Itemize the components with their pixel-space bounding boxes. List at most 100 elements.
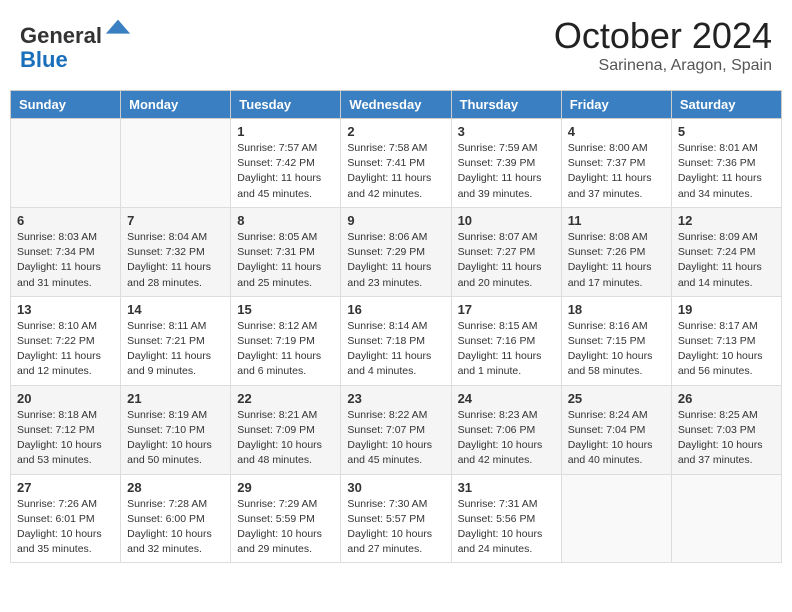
weekday-header: Sunday (11, 91, 121, 119)
calendar-cell: 16 Sunrise: 8:14 AMSunset: 7:18 PMDayligh… (341, 296, 451, 385)
day-number: 2 (347, 124, 444, 139)
calendar-cell: 21Sunrise: 8:19 AMSunset: 7:10 PMDayligh… (121, 385, 231, 474)
day-info: Sunrise: 8:18 AMSunset: 7:12 PMDaylight:… (17, 408, 114, 469)
day-info: Sunrise: 8:10 AMSunset: 7:22 PMDaylight:… (17, 319, 114, 380)
calendar-cell: 14 Sunrise: 8:11 AMSunset: 7:21 PMDayligh… (121, 296, 231, 385)
calendar-week-row: 1 Sunrise: 7:57 AMSunset: 7:42 PMDaylight… (11, 119, 782, 208)
day-number: 22 (237, 391, 334, 406)
calendar-week-row: 20 Sunrise: 8:18 AMSunset: 7:12 PMDayligh… (11, 385, 782, 474)
calendar-cell: 6Sunrise: 8:03 AMSunset: 7:34 PMDaylight… (11, 207, 121, 296)
day-info: Sunrise: 8:23 AMSunset: 7:06 PMDaylight:… (458, 408, 555, 469)
calendar-cell: 9Sunrise: 8:06 AMSunset: 7:29 PMDaylight… (341, 207, 451, 296)
calendar-cell: 20 Sunrise: 8:18 AMSunset: 7:12 PMDayligh… (11, 385, 121, 474)
calendar-cell (671, 474, 781, 563)
day-info: Sunrise: 8:21 AMSunset: 7:09 PMDaylight:… (237, 408, 334, 469)
day-info: Sunrise: 7:29 AMSunset: 5:59 PMDaylight:… (237, 497, 334, 558)
day-info: Sunrise: 8:11 AMSunset: 7:21 PMDaylight:… (127, 319, 224, 380)
day-info: Sunrise: 8:04 AMSunset: 7:32 PMDaylight:… (127, 230, 224, 291)
page-header: General Blue October 2024 Sarinena, Arag… (10, 10, 782, 80)
logo: General Blue (20, 15, 132, 72)
day-number: 10 (458, 213, 555, 228)
calendar-cell: 17 Sunrise: 8:15 AMSunset: 7:16 PMDayligh… (451, 296, 561, 385)
calendar-cell: 13 Sunrise: 8:10 AMSunset: 7:22 PMDayligh… (11, 296, 121, 385)
day-info: Sunrise: 8:09 AMSunset: 7:24 PMDaylight:… (678, 230, 775, 291)
location-subtitle: Sarinena, Aragon, Spain (554, 57, 772, 75)
day-info: Sunrise: 8:06 AMSunset: 7:29 PMDaylight:… (347, 230, 444, 291)
calendar-table: SundayMondayTuesdayWednesdayThursdayFrid… (10, 90, 782, 563)
day-info: Sunrise: 7:58 AMSunset: 7:41 PMDaylight:… (347, 141, 444, 202)
title-area: October 2024 Sarinena, Aragon, Spain (554, 15, 772, 75)
day-number: 4 (568, 124, 665, 139)
day-info: Sunrise: 8:08 AMSunset: 7:26 PMDaylight:… (568, 230, 665, 291)
calendar-cell: 3Sunrise: 7:59 AMSunset: 7:39 PMDaylight… (451, 119, 561, 208)
day-info: Sunrise: 8:15 AMSunset: 7:16 PMDaylight:… (458, 319, 555, 380)
weekday-header: Friday (561, 91, 671, 119)
logo-general: General (20, 23, 102, 48)
calendar-cell (11, 119, 121, 208)
calendar-cell: 19 Sunrise: 8:17 AMSunset: 7:13 PMDayligh… (671, 296, 781, 385)
logo-blue: Blue (20, 47, 68, 72)
calendar-cell: 11 Sunrise: 8:08 AMSunset: 7:26 PMDayligh… (561, 207, 671, 296)
weekday-header: Tuesday (231, 91, 341, 119)
calendar-cell: 4 Sunrise: 8:00 AMSunset: 7:37 PMDaylight… (561, 119, 671, 208)
calendar-cell: 18Sunrise: 8:16 AMSunset: 7:15 PMDayligh… (561, 296, 671, 385)
day-number: 1 (237, 124, 334, 139)
weekday-header: Wednesday (341, 91, 451, 119)
day-info: Sunrise: 8:00 AMSunset: 7:37 PMDaylight:… (568, 141, 665, 202)
calendar-cell: 15Sunrise: 8:12 AMSunset: 7:19 PMDayligh… (231, 296, 341, 385)
day-info: Sunrise: 8:22 AMSunset: 7:07 PMDaylight:… (347, 408, 444, 469)
day-number: 26 (678, 391, 775, 406)
day-number: 29 (237, 480, 334, 495)
weekday-header: Saturday (671, 91, 781, 119)
day-info: Sunrise: 8:01 AMSunset: 7:36 PMDaylight:… (678, 141, 775, 202)
day-number: 25 (568, 391, 665, 406)
calendar-week-row: 27Sunrise: 7:26 AMSunset: 6:01 PMDayligh… (11, 474, 782, 563)
day-info: Sunrise: 8:12 AMSunset: 7:19 PMDaylight:… (237, 319, 334, 380)
calendar-cell: 30Sunrise: 7:30 AMSunset: 5:57 PMDayligh… (341, 474, 451, 563)
day-info: Sunrise: 8:19 AMSunset: 7:10 PMDaylight:… (127, 408, 224, 469)
day-number: 19 (678, 302, 775, 317)
calendar-cell: 8Sunrise: 8:05 AMSunset: 7:31 PMDaylight… (231, 207, 341, 296)
logo-icon (104, 15, 132, 43)
calendar-cell: 7 Sunrise: 8:04 AMSunset: 7:32 PMDaylight… (121, 207, 231, 296)
day-number: 5 (678, 124, 775, 139)
calendar-cell: 29 Sunrise: 7:29 AMSunset: 5:59 PMDayligh… (231, 474, 341, 563)
day-info: Sunrise: 7:26 AMSunset: 6:01 PMDaylight:… (17, 497, 114, 558)
day-number: 24 (458, 391, 555, 406)
calendar-cell: 10 Sunrise: 8:07 AMSunset: 7:27 PMDayligh… (451, 207, 561, 296)
day-info: Sunrise: 8:14 AMSunset: 7:18 PMDaylight:… (347, 319, 444, 380)
day-info: Sunrise: 8:24 AMSunset: 7:04 PMDaylight:… (568, 408, 665, 469)
calendar-cell: 31 Sunrise: 7:31 AMSunset: 5:56 PMDayligh… (451, 474, 561, 563)
day-info: Sunrise: 7:57 AMSunset: 7:42 PMDaylight:… (237, 141, 334, 202)
calendar-week-row: 13 Sunrise: 8:10 AMSunset: 7:22 PMDayligh… (11, 296, 782, 385)
day-info: Sunrise: 8:05 AMSunset: 7:31 PMDaylight:… (237, 230, 334, 291)
calendar-cell: 5 Sunrise: 8:01 AMSunset: 7:36 PMDaylight… (671, 119, 781, 208)
day-number: 7 (127, 213, 224, 228)
day-number: 31 (458, 480, 555, 495)
day-number: 14 (127, 302, 224, 317)
day-number: 20 (17, 391, 114, 406)
calendar-cell: 12 Sunrise: 8:09 AMSunset: 7:24 PMDayligh… (671, 207, 781, 296)
day-info: Sunrise: 7:30 AMSunset: 5:57 PMDaylight:… (347, 497, 444, 558)
day-info: Sunrise: 7:28 AMSunset: 6:00 PMDaylight:… (127, 497, 224, 558)
calendar-cell: 22 Sunrise: 8:21 AMSunset: 7:09 PMDayligh… (231, 385, 341, 474)
weekday-header: Thursday (451, 91, 561, 119)
day-number: 23 (347, 391, 444, 406)
day-info: Sunrise: 8:16 AMSunset: 7:15 PMDaylight:… (568, 319, 665, 380)
weekday-header: Monday (121, 91, 231, 119)
day-number: 17 (458, 302, 555, 317)
calendar-cell: 2 Sunrise: 7:58 AMSunset: 7:41 PMDaylight… (341, 119, 451, 208)
day-number: 12 (678, 213, 775, 228)
day-number: 6 (17, 213, 114, 228)
day-number: 16 (347, 302, 444, 317)
day-number: 11 (568, 213, 665, 228)
calendar-cell: 25 Sunrise: 8:24 AMSunset: 7:04 PMDayligh… (561, 385, 671, 474)
calendar-cell: 26Sunrise: 8:25 AMSunset: 7:03 PMDayligh… (671, 385, 781, 474)
calendar-week-row: 6Sunrise: 8:03 AMSunset: 7:34 PMDaylight… (11, 207, 782, 296)
day-info: Sunrise: 7:31 AMSunset: 5:56 PMDaylight:… (458, 497, 555, 558)
day-info: Sunrise: 7:59 AMSunset: 7:39 PMDaylight:… (458, 141, 555, 202)
day-info: Sunrise: 8:07 AMSunset: 7:27 PMDaylight:… (458, 230, 555, 291)
day-info: Sunrise: 8:17 AMSunset: 7:13 PMDaylight:… (678, 319, 775, 380)
day-number: 13 (17, 302, 114, 317)
calendar-cell (561, 474, 671, 563)
